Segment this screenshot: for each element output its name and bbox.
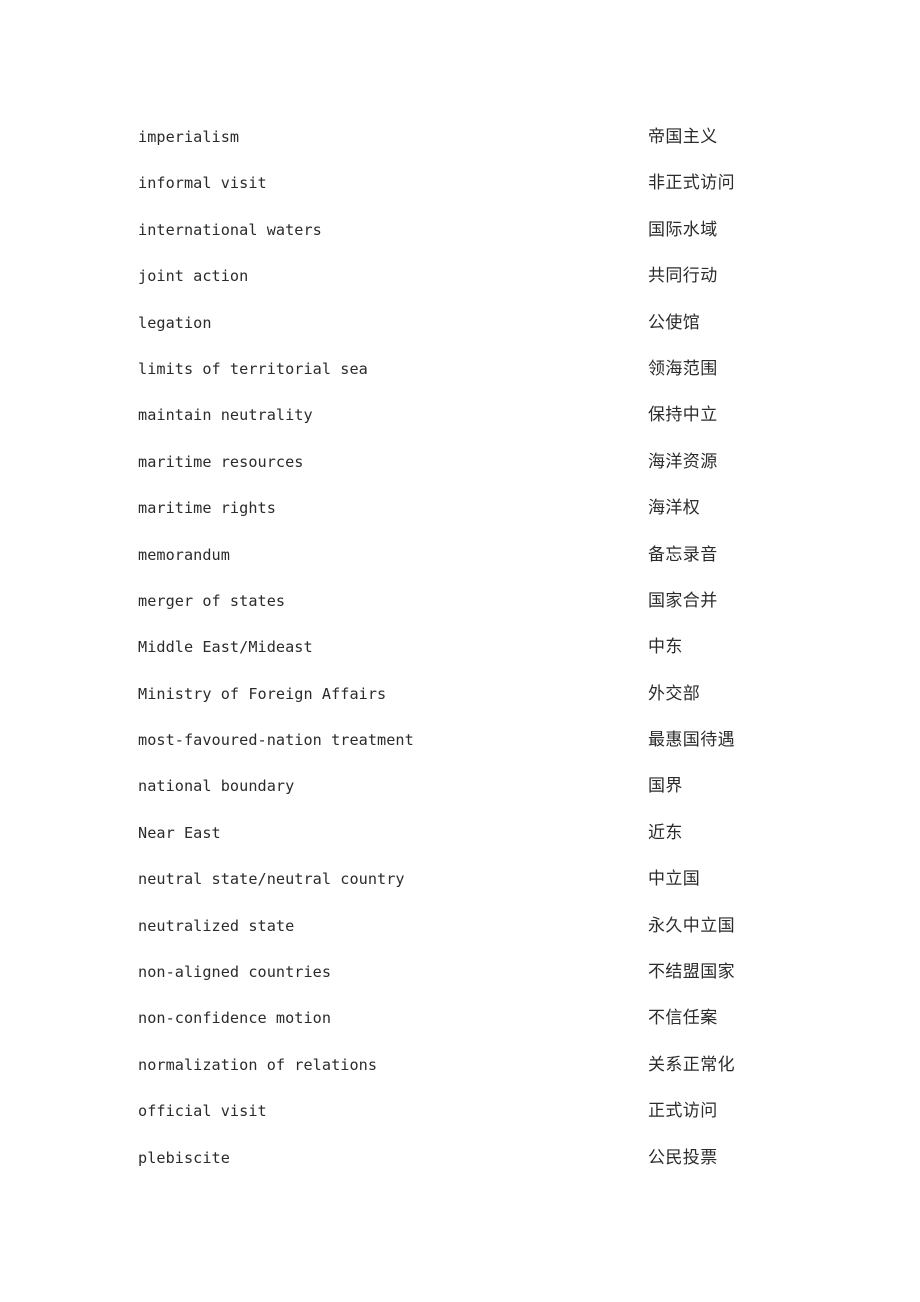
glossary-term-english: international waters (138, 220, 322, 239)
glossary-entry-row: merger of states 国家合并 (138, 578, 838, 624)
glossary-term-chinese: 帝国主义 (648, 127, 718, 147)
glossary-entry-row: informal visit 非正式访问 (138, 160, 838, 206)
glossary-entry-row: most-favoured-nation treatment 最惠国待遇 (138, 717, 838, 763)
glossary-term-chinese: 关系正常化 (648, 1054, 735, 1075)
glossary-term-english: plebiscite (138, 1148, 230, 1167)
glossary-term-english: merger of states (138, 591, 286, 610)
glossary-term-chinese: 领海范围 (648, 358, 718, 379)
glossary-term-chinese: 国界 (648, 776, 683, 797)
glossary-term-english: non-aligned countries (138, 963, 332, 982)
glossary-entry-row: maritime rights 海洋权 (138, 485, 838, 531)
glossary-term-english: memorandum (138, 545, 230, 564)
glossary-term-chinese: 永久中立国 (648, 915, 735, 936)
glossary-term-english: limits of territorial sea (138, 359, 368, 378)
glossary-entry-row: non-aligned countries 不结盟国家 (138, 949, 838, 995)
glossary-entry-row: legation 公使馆 (138, 300, 838, 346)
glossary-entry-row: limits of territorial sea 领海范围 (138, 346, 838, 392)
glossary-entry-row: non-confidence motion 不信任案 (138, 995, 838, 1041)
glossary-entry-row: memorandum 备忘录音 (138, 532, 838, 578)
glossary-entry-row: joint action 共同行动 (138, 253, 838, 299)
glossary-entry-row: international waters 国际水域 (138, 207, 838, 253)
glossary-term-chinese: 国际水域 (648, 219, 718, 240)
glossary-term-english: official visit (138, 1102, 267, 1121)
glossary-term-english: Ministry of Foreign Affairs (138, 684, 387, 703)
glossary-entry-row: neutral state/neutral country 中立国 (138, 856, 838, 902)
glossary-entry-row: national boundary 国界 (138, 763, 838, 809)
glossary-page: imperialism 帝国主义 informal visit 非正式访问 intern… (0, 0, 920, 1302)
glossary-term-english: maritime resources (138, 452, 304, 471)
glossary-term-chinese: 公使馆 (648, 312, 701, 333)
glossary-term-chinese: 公民投票 (648, 1147, 718, 1168)
glossary-term-chinese: 正式访问 (648, 1101, 718, 1122)
glossary-entry-row: neutralized state 永久中立国 (138, 903, 838, 949)
glossary-term-chinese: 中东 (648, 637, 683, 658)
glossary-term-english: most-favoured-nation treatment (138, 731, 414, 750)
glossary-term-chinese: 海洋资源 (648, 451, 718, 472)
glossary-term-chinese: 不结盟国家 (648, 962, 735, 983)
glossary-entry-row: plebiscite 公民投票 (138, 1135, 838, 1181)
glossary-term-chinese: 外交部 (648, 683, 701, 704)
glossary-term-english: joint action (138, 267, 249, 286)
glossary-entry-row: Near East 近东 (138, 810, 838, 856)
glossary-entry-row: maintain neutrality 保持中立 (138, 392, 838, 438)
glossary-term-english: legation (138, 313, 212, 332)
glossary-entry-row: Ministry of Foreign Affairs 外交部 (138, 671, 838, 717)
glossary-entry-row: maritime resources 海洋资源 (138, 439, 838, 485)
glossary-term-english: national boundary (138, 777, 295, 796)
glossary-term-chinese: 国家合并 (648, 590, 718, 611)
glossary-term-chinese: 共同行动 (648, 266, 718, 287)
glossary-entry-row: official visit 正式访问 (138, 1088, 838, 1134)
glossary-term-english: maintain neutrality (138, 406, 313, 425)
glossary-term-chinese: 中立国 (648, 869, 701, 890)
glossary-entry-row: Middle East/Mideast 中东 (138, 624, 838, 670)
glossary-term-chinese: 不信任案 (648, 1008, 718, 1029)
glossary-term-english: normalization of relations (138, 1055, 378, 1074)
glossary-term-english: Middle East/Mideast (138, 638, 313, 657)
glossary-term-chinese: 非正式访问 (648, 173, 735, 194)
glossary-term-english: maritime rights (138, 499, 276, 518)
glossary-term-chinese: 最惠国待遇 (648, 730, 735, 751)
glossary-term-chinese: 海洋权 (648, 498, 701, 519)
glossary-term-chinese: 近东 (648, 822, 683, 843)
glossary-term-english: informal visit (138, 174, 267, 193)
glossary-term-english: neutral state/neutral country (138, 870, 405, 889)
glossary-term-english: neutralized state (138, 916, 295, 935)
glossary-term-chinese: 保持中立 (648, 405, 718, 426)
glossary-term-chinese: 备忘录音 (648, 544, 718, 565)
glossary-term-english: non-confidence motion (138, 1009, 332, 1028)
glossary-entry-row: imperialism 帝国主义 (138, 114, 838, 160)
glossary-term-english: imperialism (138, 128, 240, 146)
glossary-term-english: Near East (138, 823, 221, 842)
glossary-entry-row: normalization of relations 关系正常化 (138, 1042, 838, 1088)
glossary-entry-list: imperialism 帝国主义 informal visit 非正式访问 intern… (138, 114, 838, 1181)
